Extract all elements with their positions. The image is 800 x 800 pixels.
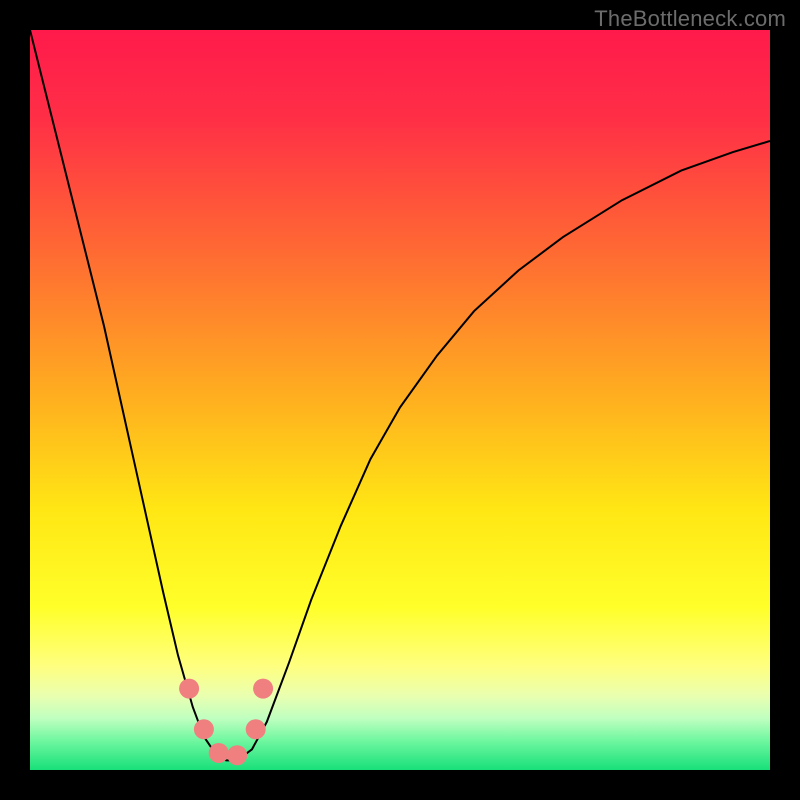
highlight-point xyxy=(194,719,214,739)
highlight-point xyxy=(209,743,229,763)
chart-frame: TheBottleneck.com xyxy=(0,0,800,800)
plot-area xyxy=(30,30,770,770)
highlight-point xyxy=(246,719,266,739)
watermark-text: TheBottleneck.com xyxy=(594,6,786,32)
gradient-background xyxy=(30,30,770,770)
highlight-point xyxy=(179,679,199,699)
highlight-point xyxy=(227,745,247,765)
bottleneck-chart xyxy=(30,30,770,770)
highlight-point xyxy=(253,679,273,699)
